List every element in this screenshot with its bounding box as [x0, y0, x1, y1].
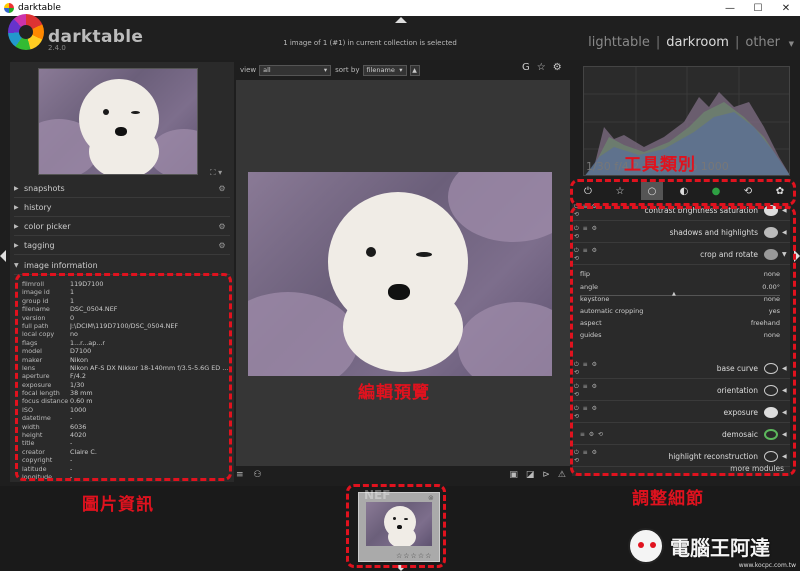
gamut-check-icon[interactable]: ⊳: [542, 470, 550, 480]
module-label: snapshots: [24, 184, 65, 193]
watermark-text: 電腦王阿達: [670, 535, 770, 560]
annotation-label-edit-preview: 編輯預覽: [358, 383, 430, 403]
sort-label: sort by: [335, 66, 360, 74]
image-canvas[interactable]: [236, 80, 570, 466]
sort-select[interactable]: filename ▾: [362, 64, 407, 76]
annotation-box-filmstrip: [346, 484, 446, 568]
annotation-label-image-info: 圖片資訊: [82, 495, 154, 515]
watermark-url: www.kocpc.com.tw: [738, 562, 796, 569]
edit-preview-photo: [248, 172, 552, 376]
module-history[interactable]: ▶ history: [14, 199, 230, 217]
center-bottom-toolbar: ≡ ⚇ ▣ ◪ ⊳ ⚠: [236, 466, 570, 486]
module-label: image information: [24, 261, 98, 270]
module-settings-icon[interactable]: ⚙: [214, 241, 230, 250]
collapse-arrow-icon: ▼: [14, 262, 19, 269]
app-version: 2.4.0: [48, 44, 66, 52]
annotation-box-image-info: [15, 273, 232, 481]
gear-icon[interactable]: ⚙: [553, 62, 562, 73]
module-settings-icon[interactable]: ⚙: [214, 222, 230, 231]
view-filter-select[interactable]: all ▾: [259, 64, 332, 76]
grouping-icon[interactable]: G: [522, 62, 530, 73]
center-toolbar: view all ▾ sort by filename ▾ ▲: [236, 60, 570, 80]
chevron-down-icon: ▾: [399, 66, 403, 74]
app-icon: [4, 3, 14, 13]
view-darkroom[interactable]: darkroom: [666, 35, 729, 50]
view-filter-label: view: [240, 66, 257, 74]
collapse-top-arrow-icon[interactable]: [395, 17, 407, 23]
view-lighttable[interactable]: lighttable: [588, 35, 650, 50]
watermark-robot-icon: [628, 528, 664, 564]
view-switcher: lighttable | darkroom | other: [588, 35, 780, 50]
module-label: color picker: [24, 222, 71, 231]
darktable-logo-icon: [8, 14, 44, 50]
annotation-label-adjust-details: 調整細節: [632, 489, 704, 509]
selection-status: 1 image of 1 (#1) in current collection …: [283, 39, 457, 47]
expand-arrow-icon: ▶: [14, 204, 19, 211]
module-label: history: [24, 203, 52, 212]
sort-value: filename: [366, 66, 395, 74]
view-separator: |: [655, 35, 661, 50]
view-separator: |: [734, 35, 740, 50]
view-filter-value: all: [263, 66, 271, 74]
watermark: 電腦王阿達: [628, 526, 796, 566]
expand-arrow-icon: ▶: [14, 185, 19, 192]
navigator-image: [39, 69, 197, 174]
maximize-button[interactable]: ☐: [744, 0, 772, 16]
view-dropdown-icon[interactable]: ▼: [789, 40, 794, 48]
main-image[interactable]: [248, 172, 552, 376]
presets-icon[interactable]: ≡: [236, 470, 244, 480]
overexposed-warning-icon[interactable]: ⚠: [558, 470, 566, 480]
close-button[interactable]: ✕: [772, 0, 800, 16]
color-assessment-icon[interactable]: ▣: [509, 470, 518, 480]
minimize-button[interactable]: —: [716, 0, 744, 16]
navigator-preview[interactable]: [38, 68, 198, 175]
annotation-box-adjust-details: [570, 206, 796, 476]
star-icon[interactable]: ☆: [537, 62, 546, 73]
expand-arrow-icon: ▶: [14, 242, 19, 249]
center-top-icons: G ☆ ⚙: [522, 62, 562, 73]
styles-icon[interactable]: ⚇: [254, 470, 262, 480]
window-titlebar: darktable — ☐ ✕: [0, 0, 800, 16]
view-other[interactable]: other: [745, 35, 780, 50]
sort-direction-button[interactable]: ▲: [409, 64, 420, 76]
softproof-icon[interactable]: ◪: [526, 470, 535, 480]
zoom-fit-icon[interactable]: ⛶ ▾: [210, 168, 222, 178]
collapse-left-arrow-icon[interactable]: [0, 250, 6, 262]
window-title: darktable: [18, 3, 61, 13]
module-snapshots[interactable]: ▶ snapshots ⚙: [14, 180, 230, 198]
module-label: tagging: [24, 241, 55, 250]
chevron-down-icon: ▾: [323, 66, 328, 74]
module-tagging[interactable]: ▶ tagging ⚙: [14, 237, 230, 255]
expand-arrow-icon: ▶: [14, 223, 19, 230]
module-settings-icon[interactable]: ⚙: [214, 184, 230, 193]
annotation-label-tool-categories: 工具類別: [624, 155, 696, 175]
module-color-picker[interactable]: ▶ color picker ⚙: [14, 218, 230, 236]
annotation-box-tool-categories: [570, 179, 796, 206]
